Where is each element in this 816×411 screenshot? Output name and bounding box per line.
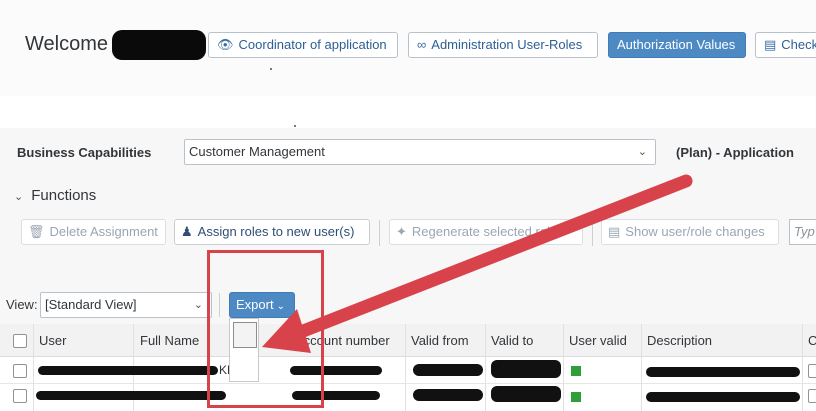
annotation-arrow	[262, 174, 693, 353]
